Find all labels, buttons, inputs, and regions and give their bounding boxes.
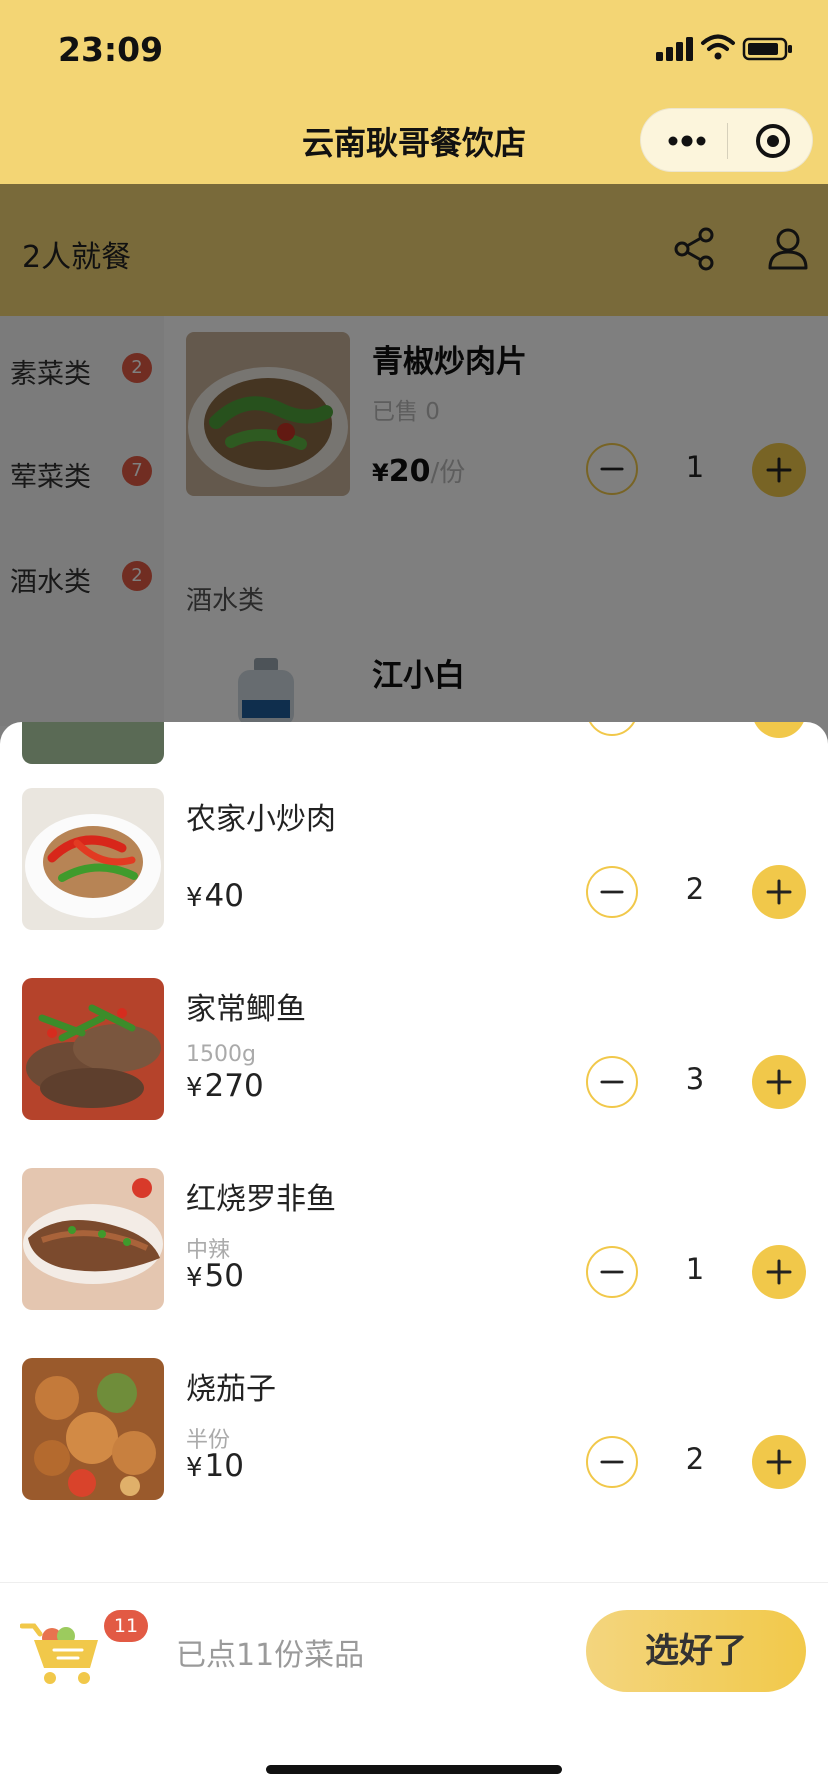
item-qty: 2 <box>685 872 705 906</box>
plus-icon <box>766 1069 792 1095</box>
cart-summary: 已点11份菜品 <box>176 1638 365 1673</box>
item-qty: 3 <box>685 1062 705 1096</box>
cart-item: 烧茄子 半份 ¥10 2 <box>0 1358 828 1508</box>
plus-icon <box>766 1259 792 1285</box>
miniprogram-capsule <box>640 108 813 172</box>
status-time: 23:09 <box>58 30 164 69</box>
decrease-button[interactable] <box>586 722 638 736</box>
item-name: 家常鲫鱼 <box>186 992 306 1027</box>
more-icon[interactable] <box>667 133 707 149</box>
item-price: ¥270 <box>186 1068 264 1104</box>
increase-button[interactable] <box>752 1435 806 1489</box>
plus-icon <box>766 1449 792 1475</box>
cart-icon[interactable] <box>20 1620 104 1686</box>
item-qty: 2 <box>685 1442 705 1476</box>
item-price: ¥10 <box>186 1448 244 1484</box>
battery-icon <box>742 37 792 61</box>
increase-button[interactable] <box>752 865 806 919</box>
wifi-icon <box>701 34 735 60</box>
home-indicator <box>266 1765 562 1774</box>
item-photo <box>22 1358 164 1500</box>
item-photo <box>22 788 164 930</box>
item-price: ¥40 <box>186 878 244 914</box>
plus-icon <box>766 879 792 905</box>
capsule-divider <box>727 123 728 159</box>
decrease-button[interactable] <box>586 1056 638 1108</box>
item-photo <box>22 1168 164 1310</box>
increase-button[interactable] <box>752 1245 806 1299</box>
item-name: 红烧罗非鱼 <box>186 1182 336 1217</box>
item-price: ¥50 <box>186 1258 244 1294</box>
item-qty: 1 <box>685 1252 705 1286</box>
signal-icon <box>656 37 693 61</box>
item-name: 农家小炒肉 <box>186 802 336 837</box>
cart-item: 红烧罗非鱼 中辣 ¥50 1 <box>0 1168 828 1318</box>
cart-item: 家常鲫鱼 1500g ¥270 3 <box>0 978 828 1128</box>
item-name: 烧茄子 <box>186 1372 276 1407</box>
footer-divider <box>0 1582 828 1583</box>
item-photo <box>22 722 164 764</box>
cart-count-badge: 11 <box>104 1610 148 1642</box>
item-spec: 1500g <box>186 1042 256 1067</box>
minus-icon <box>600 1080 624 1084</box>
cart-item: 农家小炒肉 ¥40 2 <box>0 788 828 938</box>
minus-icon <box>600 1270 624 1274</box>
decrease-button[interactable] <box>586 866 638 918</box>
checkout-button[interactable]: 选好了 <box>586 1610 806 1692</box>
decrease-button[interactable] <box>586 1436 638 1488</box>
target-icon[interactable] <box>753 121 793 161</box>
minus-icon <box>600 1460 624 1464</box>
item-photo <box>22 978 164 1120</box>
decrease-button[interactable] <box>586 1246 638 1298</box>
increase-button[interactable] <box>752 722 806 738</box>
minus-icon <box>600 890 624 894</box>
increase-button[interactable] <box>752 1055 806 1109</box>
